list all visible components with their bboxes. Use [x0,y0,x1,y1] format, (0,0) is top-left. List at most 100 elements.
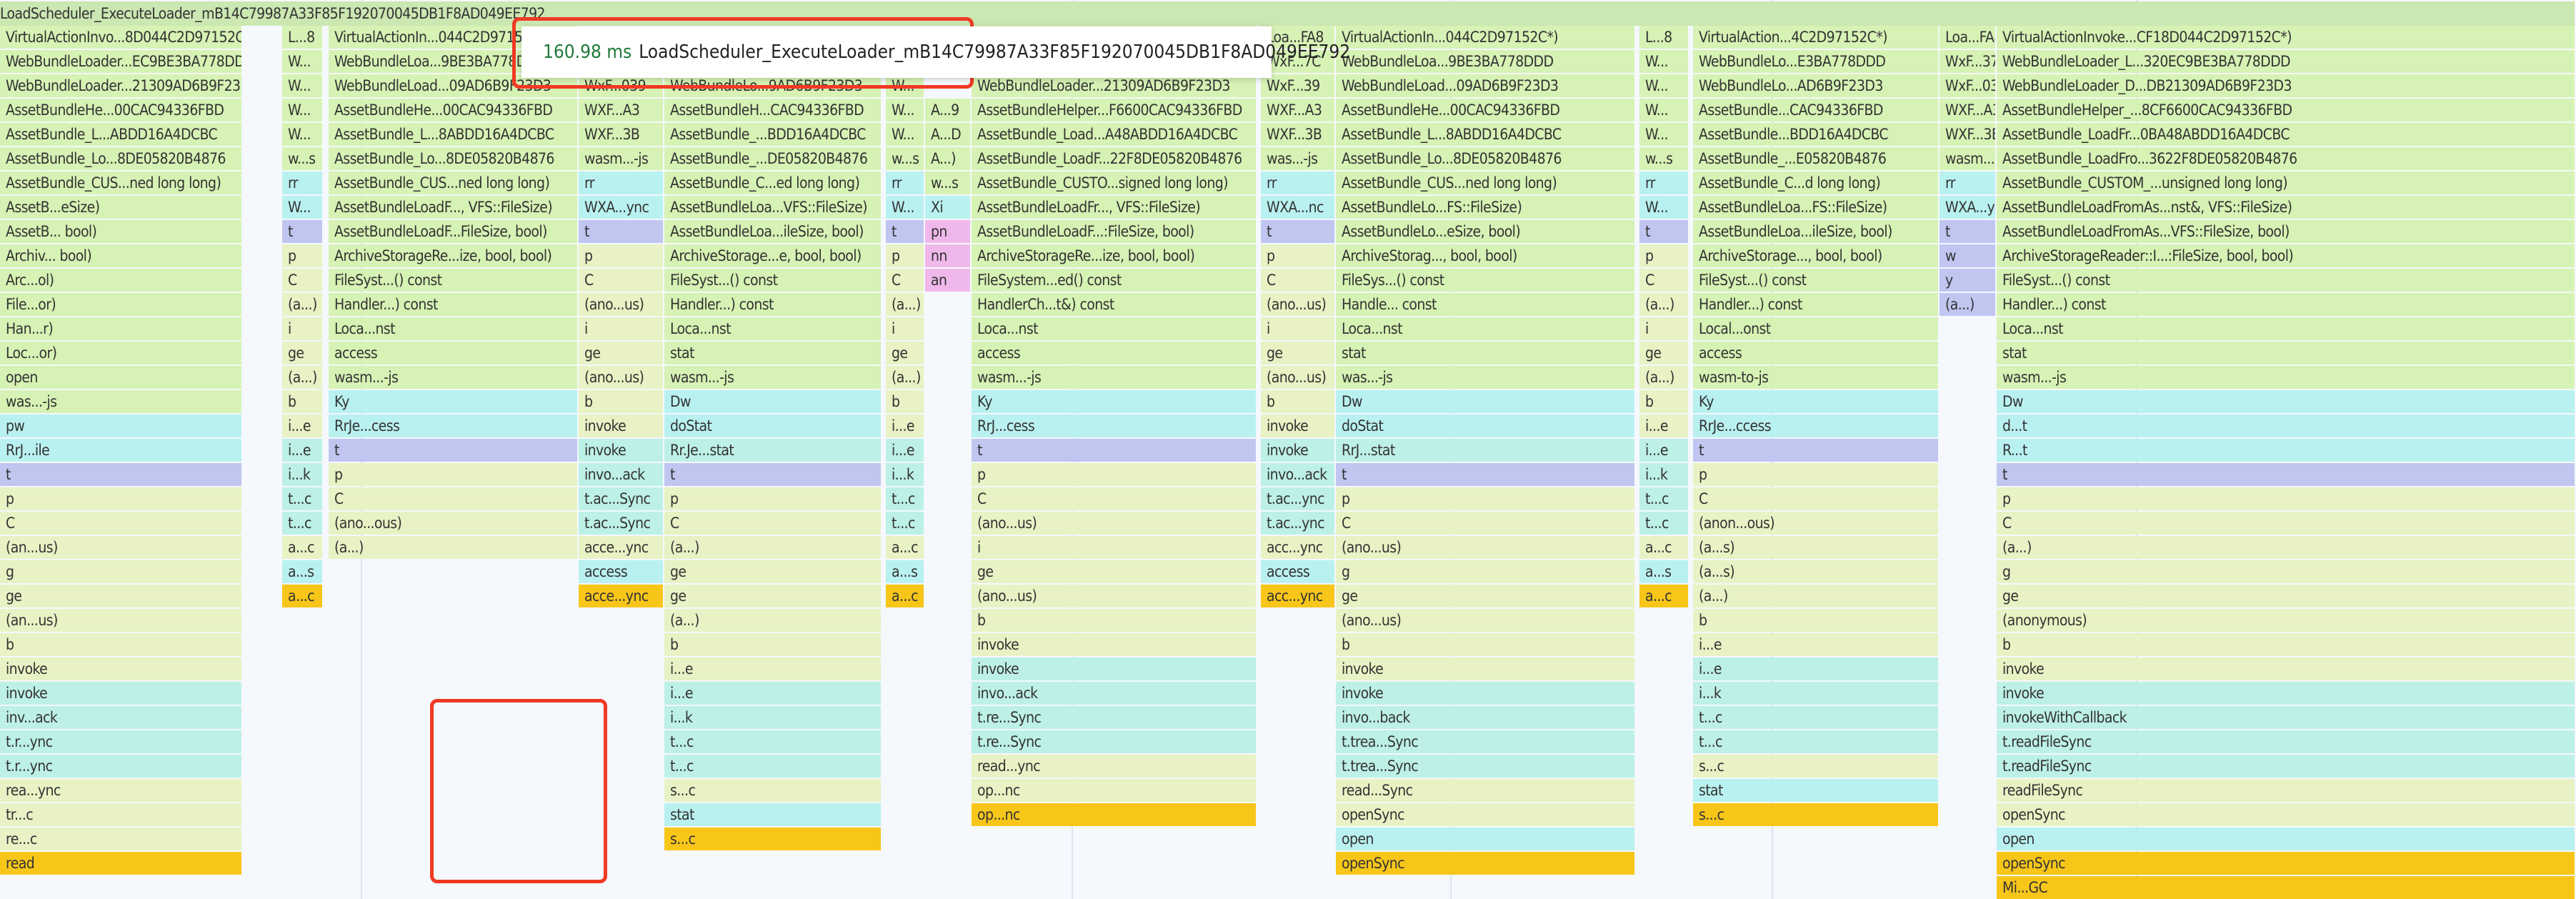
flame-frame[interactable]: p [1261,244,1336,267]
flame-frame[interactable]: C [1336,512,1636,535]
flame-frame[interactable]: ge [579,342,664,364]
flame-frame[interactable]: W... [1639,196,1689,219]
flame-frame[interactable]: Handle... const [1336,293,1636,316]
flame-frame[interactable]: AssetBundleLoadFromAs...VFS::FileSize, b… [1997,220,2576,243]
flame-frame[interactable]: read...ync [972,755,1257,778]
flame-frame[interactable]: i...e [1693,657,1940,680]
flame-frame[interactable]: i [1639,317,1689,340]
flame-frame[interactable]: (ano...us) [1261,366,1336,389]
flame-frame[interactable]: WebBundleLoader...EC9BE3BA778DDD [0,50,243,73]
flame-frame[interactable]: (a...) [886,366,925,389]
flame-frame[interactable]: wasm-to-js [1693,366,1940,389]
flame-frame[interactable]: ge [1336,585,1636,607]
flame-frame[interactable]: b [1997,633,2576,656]
flame-frame[interactable]: t...c [282,512,324,535]
flame-frame[interactable]: acc...ync [1261,536,1336,559]
flame-frame[interactable]: i...e [282,414,324,437]
flame-frame[interactable]: Mi...GC [1997,876,2576,899]
flame-frame[interactable]: Handler...) const [664,293,882,316]
flame-frame[interactable]: AssetBundle_LoadFro...3622F8DE05820B4876 [1997,147,2576,170]
flame-frame[interactable]: W... [886,196,925,219]
flame-frame[interactable]: W... [1639,74,1689,97]
flame-frame[interactable]: (a...s) [1693,536,1940,559]
flame-frame[interactable]: open [0,366,243,389]
flame-frame[interactable]: t.ac...Sync [579,512,664,535]
flame-frame[interactable]: invoke [1336,682,1636,705]
flame-frame[interactable]: W... [282,196,324,219]
flame-frame[interactable]: ge [0,585,243,607]
flame-frame[interactable]: ge [1997,585,2576,607]
flame-frame[interactable]: W... [1639,50,1689,73]
flame-frame[interactable]: s...c [1693,755,1940,778]
flame-frame[interactable]: (a...) [664,609,882,632]
flame-frame[interactable]: (a...) [1693,585,1940,607]
flame-frame[interactable]: p [0,487,243,510]
flame-frame[interactable]: ArchiveStorageRe...ize, bool, bool) [329,244,579,267]
flame-frame[interactable]: Loca...nst [664,317,882,340]
flame-frame[interactable]: WebBundleLoader_L...320EC9BE3BA778DDD [1997,50,2576,73]
flame-frame[interactable]: AssetBundleLoa...FS::FileSize) [1693,196,1940,219]
flame-frame[interactable]: C [0,512,243,535]
flame-frame[interactable]: W... [886,123,925,146]
flame-frame[interactable]: t...c [1693,706,1940,729]
flame-frame[interactable]: AssetBundle_L...8ABDD16A4DCBC [1336,123,1636,146]
flame-frame[interactable]: WXF...3B [1261,123,1336,146]
flame-frame[interactable]: WXA...nc [1261,196,1336,219]
flame-frame[interactable]: AssetBundleHe...00CAC94336FBD [329,99,579,121]
flame-frame[interactable]: A...) [925,147,972,170]
flame-frame[interactable]: W... [282,50,324,73]
flame-frame[interactable]: b [579,390,664,413]
flame-frame[interactable]: rr [579,172,664,194]
flame-frame[interactable]: C [579,269,664,292]
flame-frame[interactable]: WebBundleLo...E3BA778DDD [1693,50,1940,73]
flame-frame[interactable]: g [0,560,243,583]
flame-frame[interactable]: ArchiveStorageReader::I...:FileSize, boo… [1997,244,2576,267]
flame-frame[interactable]: Local...onst [1693,317,1940,340]
flame-frame[interactable]: t [1693,439,1940,462]
flame-frame[interactable]: w...s [1639,147,1689,170]
flame-frame[interactable]: p [579,244,664,267]
flame-frame[interactable]: b [1336,633,1636,656]
flame-frame[interactable]: i...e [886,414,925,437]
flame-frame[interactable]: inv...ack [0,706,243,729]
flame-frame[interactable]: AssetBundle_Lo...8DE05820B4876 [0,147,243,170]
flame-frame[interactable]: w...s [282,147,324,170]
flame-frame[interactable]: i [1261,317,1336,340]
flame-frame[interactable]: AssetBundleLo...FS::FileSize) [1336,196,1636,219]
flame-frame[interactable]: Dw [1336,390,1636,413]
flame-frame[interactable]: t.re...Sync [972,730,1257,753]
flame-frame[interactable]: rea...ync [0,779,243,802]
flame-frame[interactable]: s...c [1693,803,1940,826]
flame-frame[interactable]: WXF...3B [579,123,664,146]
flame-frame[interactable]: AssetBundle_Lo...8DE05820B4876 [1336,147,1636,170]
flame-frame[interactable]: tr...c [0,803,243,826]
flame-frame[interactable]: t...c [1693,730,1940,753]
flame-frame[interactable]: AssetBundle_C...d long long) [1693,172,1940,194]
flame-frame[interactable]: t [1940,220,1997,243]
flame-frame[interactable]: AssetBundleHe...00CAC94336FBD [1336,99,1636,121]
flame-frame[interactable]: t.ac...ync [1261,487,1336,510]
flame-frame[interactable]: was...-js [1336,366,1636,389]
flame-frame[interactable]: acce...ync [579,585,664,607]
flame-frame[interactable]: a...c [282,536,324,559]
flame-frame[interactable]: read [0,852,243,875]
flame-frame[interactable]: i...k [282,463,324,486]
flame-frame[interactable]: t [886,220,925,243]
flame-frame[interactable]: HandlerCh...t&) const [972,293,1257,316]
flame-frame[interactable]: acce...ync [579,536,664,559]
flame-frame[interactable]: (a...) [664,536,882,559]
flame-frame[interactable]: invo...ack [579,463,664,486]
flame-frame[interactable]: p [1693,463,1940,486]
flame-frame[interactable]: Handler...) const [1693,293,1940,316]
flame-frame[interactable]: Loca...nst [1997,317,2576,340]
flame-frame[interactable]: w...s [886,147,925,170]
flame-frame[interactable]: t...c [664,730,882,753]
flame-frame[interactable]: t.ac...Sync [579,487,664,510]
flame-frame[interactable]: stat [1693,779,1940,802]
flame-frame[interactable]: (a...) [886,293,925,316]
flame-frame[interactable]: wasm...-js [972,366,1257,389]
flame-frame[interactable]: rr [1261,172,1336,194]
flame-frame[interactable]: i...e [1693,633,1940,656]
flame-frame[interactable]: ArchiveStorag..., bool, bool) [1336,244,1636,267]
flame-frame[interactable]: VirtualActionInvo...8D044C2D97152C*) [0,26,243,49]
